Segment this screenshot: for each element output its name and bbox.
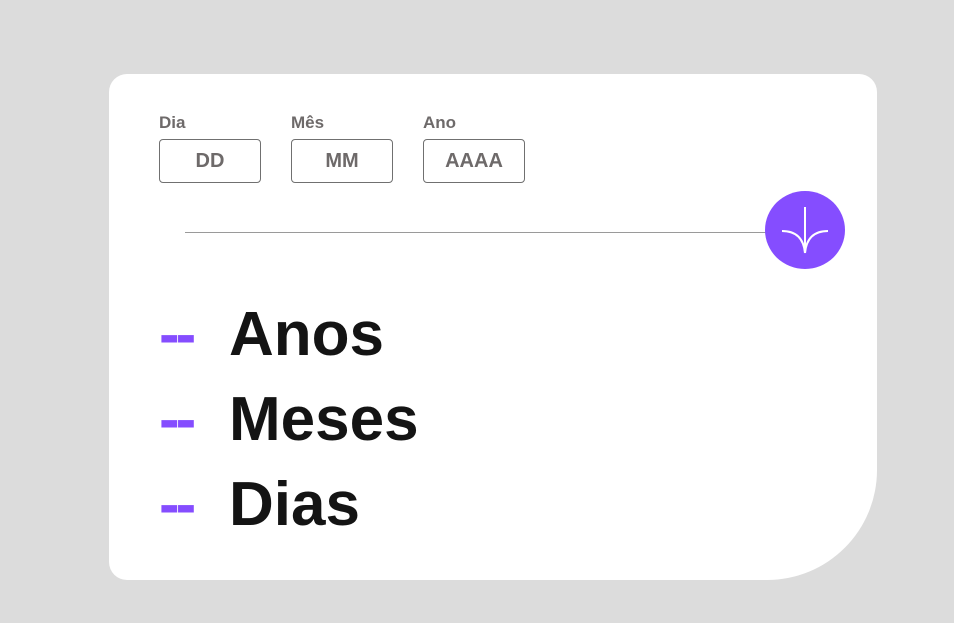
day-field: Dia [159, 112, 261, 183]
result-months: -- Meses [159, 377, 419, 462]
age-calculator-card: Dia Mês Ano -- Anos -- Meses -- [109, 74, 877, 580]
divider [185, 232, 775, 233]
arrow-down-icon [781, 207, 829, 254]
year-input[interactable] [423, 139, 525, 183]
result-years: -- Anos [159, 292, 419, 377]
month-label: Mês [291, 113, 325, 132]
months-label: Meses [229, 384, 419, 454]
month-field: Mês [291, 112, 393, 183]
days-label: Dias [229, 469, 360, 539]
years-value: -- [159, 299, 196, 369]
submit-button[interactable] [765, 191, 845, 269]
years-label: Anos [229, 299, 384, 369]
months-value: -- [159, 384, 196, 454]
year-field: Ano [423, 112, 525, 183]
days-value: -- [159, 469, 196, 539]
result-days: -- Dias [159, 462, 419, 547]
day-label: Dia [159, 113, 186, 132]
results: -- Anos -- Meses -- Dias [159, 292, 419, 547]
month-input[interactable] [291, 139, 393, 183]
day-input[interactable] [159, 139, 261, 183]
date-input-group: Dia Mês Ano [159, 112, 525, 183]
year-label: Ano [423, 113, 457, 132]
